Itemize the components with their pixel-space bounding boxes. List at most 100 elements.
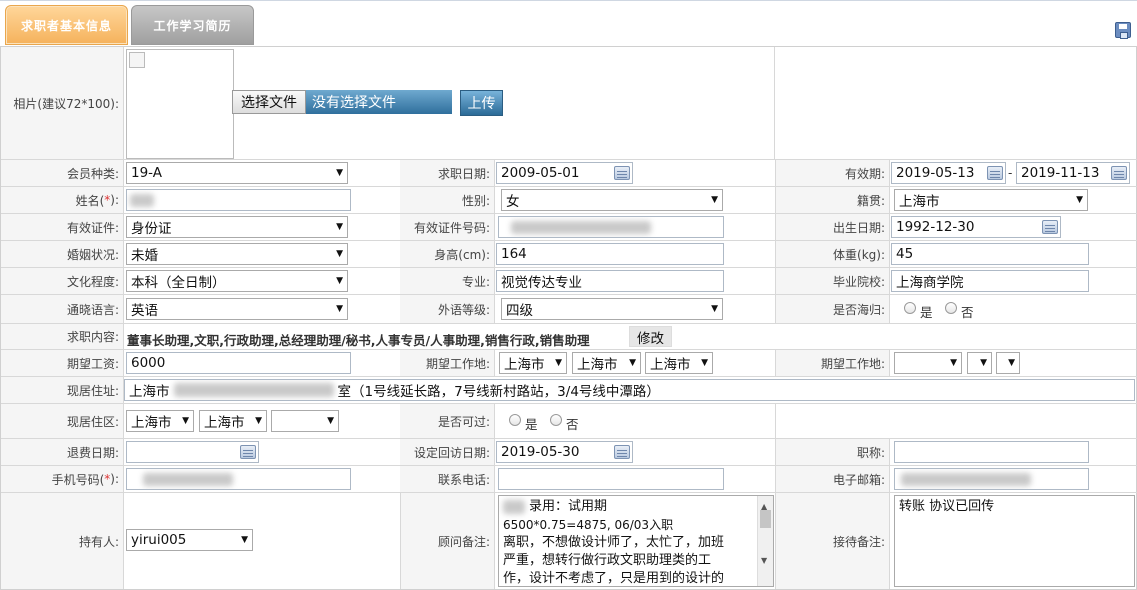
birth-value: 1992-12-30 (896, 219, 975, 235)
row-education: 文化程度: 本科（全日制） ▼ 专业: 视觉传达专业 毕业院校: 上海商学院 (1, 268, 1137, 295)
tab-resume[interactable]: 工作学习简历 (131, 5, 254, 45)
native-select[interactable]: 上海市 ▼ (894, 189, 1088, 211)
id-number-input[interactable] (498, 216, 724, 238)
school-input[interactable]: 上海商学院 (891, 270, 1089, 292)
district-value-2: 上海市 (204, 415, 245, 431)
calendar-icon[interactable] (614, 445, 630, 459)
row-mobile: 手机号码(*): 联系电话: 电子邮箱: (1, 466, 1137, 493)
gender-select[interactable]: 女 ▼ (501, 189, 723, 211)
calendar-icon[interactable] (614, 166, 630, 180)
blurred-email (901, 473, 1031, 486)
chevron-down-icon: ▼ (980, 358, 987, 368)
salary-label: 期望工资: (1, 350, 124, 376)
height-input[interactable]: 164 (496, 243, 724, 265)
chevron-down-icon: ▼ (950, 358, 957, 368)
name-label-text: 姓名( (75, 193, 105, 208)
refund-date-input[interactable] (126, 441, 259, 463)
holder-select[interactable]: yirui005 ▼ (126, 529, 253, 551)
advisor-note-scrollbar[interactable]: ▲ ▼ (757, 496, 773, 586)
broken-image-icon (129, 52, 145, 68)
district-select-3[interactable]: ▼ (271, 410, 339, 432)
calendar-icon[interactable] (240, 445, 256, 459)
id-type-select[interactable]: 身份证 ▼ (126, 216, 348, 238)
tab-basic-info[interactable]: 求职者基本信息 (5, 5, 128, 45)
reception-note-textarea[interactable]: 转账 协议已回传 (894, 495, 1135, 587)
reception-note-value: 转账 协议已回传 (899, 499, 995, 514)
name-input[interactable] (126, 189, 351, 211)
language-level-select[interactable]: 四级 ▼ (501, 298, 723, 320)
row-address: 现居住址: 上海市 室（1号线延长路，7号线新村路站，3/4号线中潭路） (1, 377, 1137, 404)
advisor-note-textarea[interactable]: 录用：试用期 6500*0.75=4875, 06/03入职 离职，不想做设计师… (498, 495, 774, 587)
mobile-input[interactable] (126, 468, 351, 490)
visit-date-input[interactable]: 2019-05-30 (496, 441, 633, 463)
email-input[interactable] (894, 468, 1089, 490)
birth-input[interactable]: 1992-12-30 (891, 216, 1061, 238)
major-input[interactable]: 视觉传达专业 (496, 270, 724, 292)
validity-start-input[interactable]: 2019-05-13 (891, 162, 1006, 184)
advisor-note-line: 6500*0.75=4875, 06/03入职 (503, 518, 674, 532)
advisor-note-line: 录用：试用期 (529, 499, 608, 514)
phone-label: 联系电话: (400, 466, 495, 492)
email-label: 电子邮箱: (775, 466, 890, 492)
height-label: 身高(cm): (400, 241, 495, 267)
expected-location-label: 期望工作地: (400, 350, 495, 376)
major-label: 专业: (400, 268, 495, 294)
expected-location2-select-1[interactable]: ▼ (894, 352, 962, 374)
save-icon[interactable] (1115, 22, 1131, 39)
choose-file-button[interactable]: 选择文件 (232, 90, 306, 114)
advisor-note-line: 作，设计不考虑了，只是用到的设计的 (503, 571, 725, 586)
chevron-down-icon: ▼ (255, 416, 262, 426)
returnee-yes-radio[interactable] (904, 302, 916, 314)
address-suffix: 室（1号线延长路，7号线新村路站，3/4号线中潭路） (337, 384, 660, 400)
calendar-icon[interactable] (1042, 220, 1058, 234)
edit-job-content-button[interactable]: 修改 (629, 326, 672, 347)
expected-location-select-1[interactable]: 上海市 ▼ (499, 352, 567, 374)
chevron-down-icon: ▼ (241, 535, 248, 545)
blurred-name (130, 194, 154, 207)
expected-location2-select-2[interactable]: ▼ (967, 352, 992, 374)
returnee-no-radio[interactable] (945, 302, 957, 314)
marital-select[interactable]: 未婚 ▼ (126, 243, 348, 265)
member-type-select[interactable]: 19-A ▼ (126, 162, 348, 184)
native-value: 上海市 (899, 194, 940, 210)
district-select-1[interactable]: 上海市 ▼ (126, 410, 194, 432)
visit-date-label: 设定回访日期: (400, 439, 495, 465)
scroll-down-icon[interactable]: ▼ (761, 552, 767, 570)
blurred-mobile (143, 473, 233, 486)
job-date-input[interactable]: 2009-05-01 (496, 162, 633, 184)
chevron-down-icon: ▼ (336, 168, 343, 178)
name-label-end: ): (110, 193, 119, 207)
address-input[interactable]: 上海市 室（1号线延长路，7号线新村路站，3/4号线中潭路） (124, 379, 1135, 401)
chevron-down-icon: ▼ (1076, 195, 1083, 205)
validity-end-input[interactable]: 2019-11-13 (1016, 162, 1130, 184)
calendar-icon[interactable] (1111, 166, 1127, 180)
overnight-no-radio[interactable] (550, 414, 562, 426)
holder-label: 持有人: (1, 493, 124, 589)
expected-location-select-2[interactable]: 上海市 ▼ (572, 352, 641, 374)
advisor-note-line: 严重，想转行做行政文职助理类的工 (503, 553, 712, 568)
expected-location2-select-3[interactable]: ▼ (996, 352, 1020, 374)
weight-input[interactable]: 45 (891, 243, 1089, 265)
salary-input[interactable]: 6000 (126, 352, 351, 374)
row-language: 通晓语言: 英语 ▼ 外语等级: 四级 ▼ 是否海归: 是 否 (1, 295, 1137, 324)
overnight-yes-radio[interactable] (509, 414, 521, 426)
calendar-icon[interactable] (987, 166, 1003, 180)
district-select-2[interactable]: 上海市 ▼ (199, 410, 267, 432)
scroll-thumb[interactable] (760, 510, 771, 528)
mobile-label-text: 手机号码( (51, 472, 105, 487)
row-salary: 期望工资: 6000 期望工作地: 上海市 ▼ 上海市 ▼ 上海市 ▼ 期望工作地: … (1, 350, 1137, 377)
chevron-down-icon: ▼ (555, 358, 562, 368)
education-select[interactable]: 本科（全日制） ▼ (126, 270, 348, 292)
marital-value: 未婚 (131, 248, 158, 264)
language-select[interactable]: 英语 ▼ (126, 298, 348, 320)
holder-value: yirui005 (131, 532, 187, 548)
validity-end-value: 2019-11-13 (1021, 165, 1100, 181)
row-district: 现居住区: 上海市 ▼ 上海市 ▼ ▼ 是否可过: 是 否 (1, 404, 1137, 439)
title-input[interactable] (894, 441, 1089, 463)
phone-input[interactable] (498, 468, 724, 490)
language-value: 英语 (131, 303, 158, 319)
expected-location-select-3[interactable]: 上海市 ▼ (645, 352, 713, 374)
gender-label: 性别: (400, 187, 495, 213)
chevron-down-icon: ▼ (327, 416, 334, 426)
upload-button[interactable]: 上传 (460, 90, 503, 116)
